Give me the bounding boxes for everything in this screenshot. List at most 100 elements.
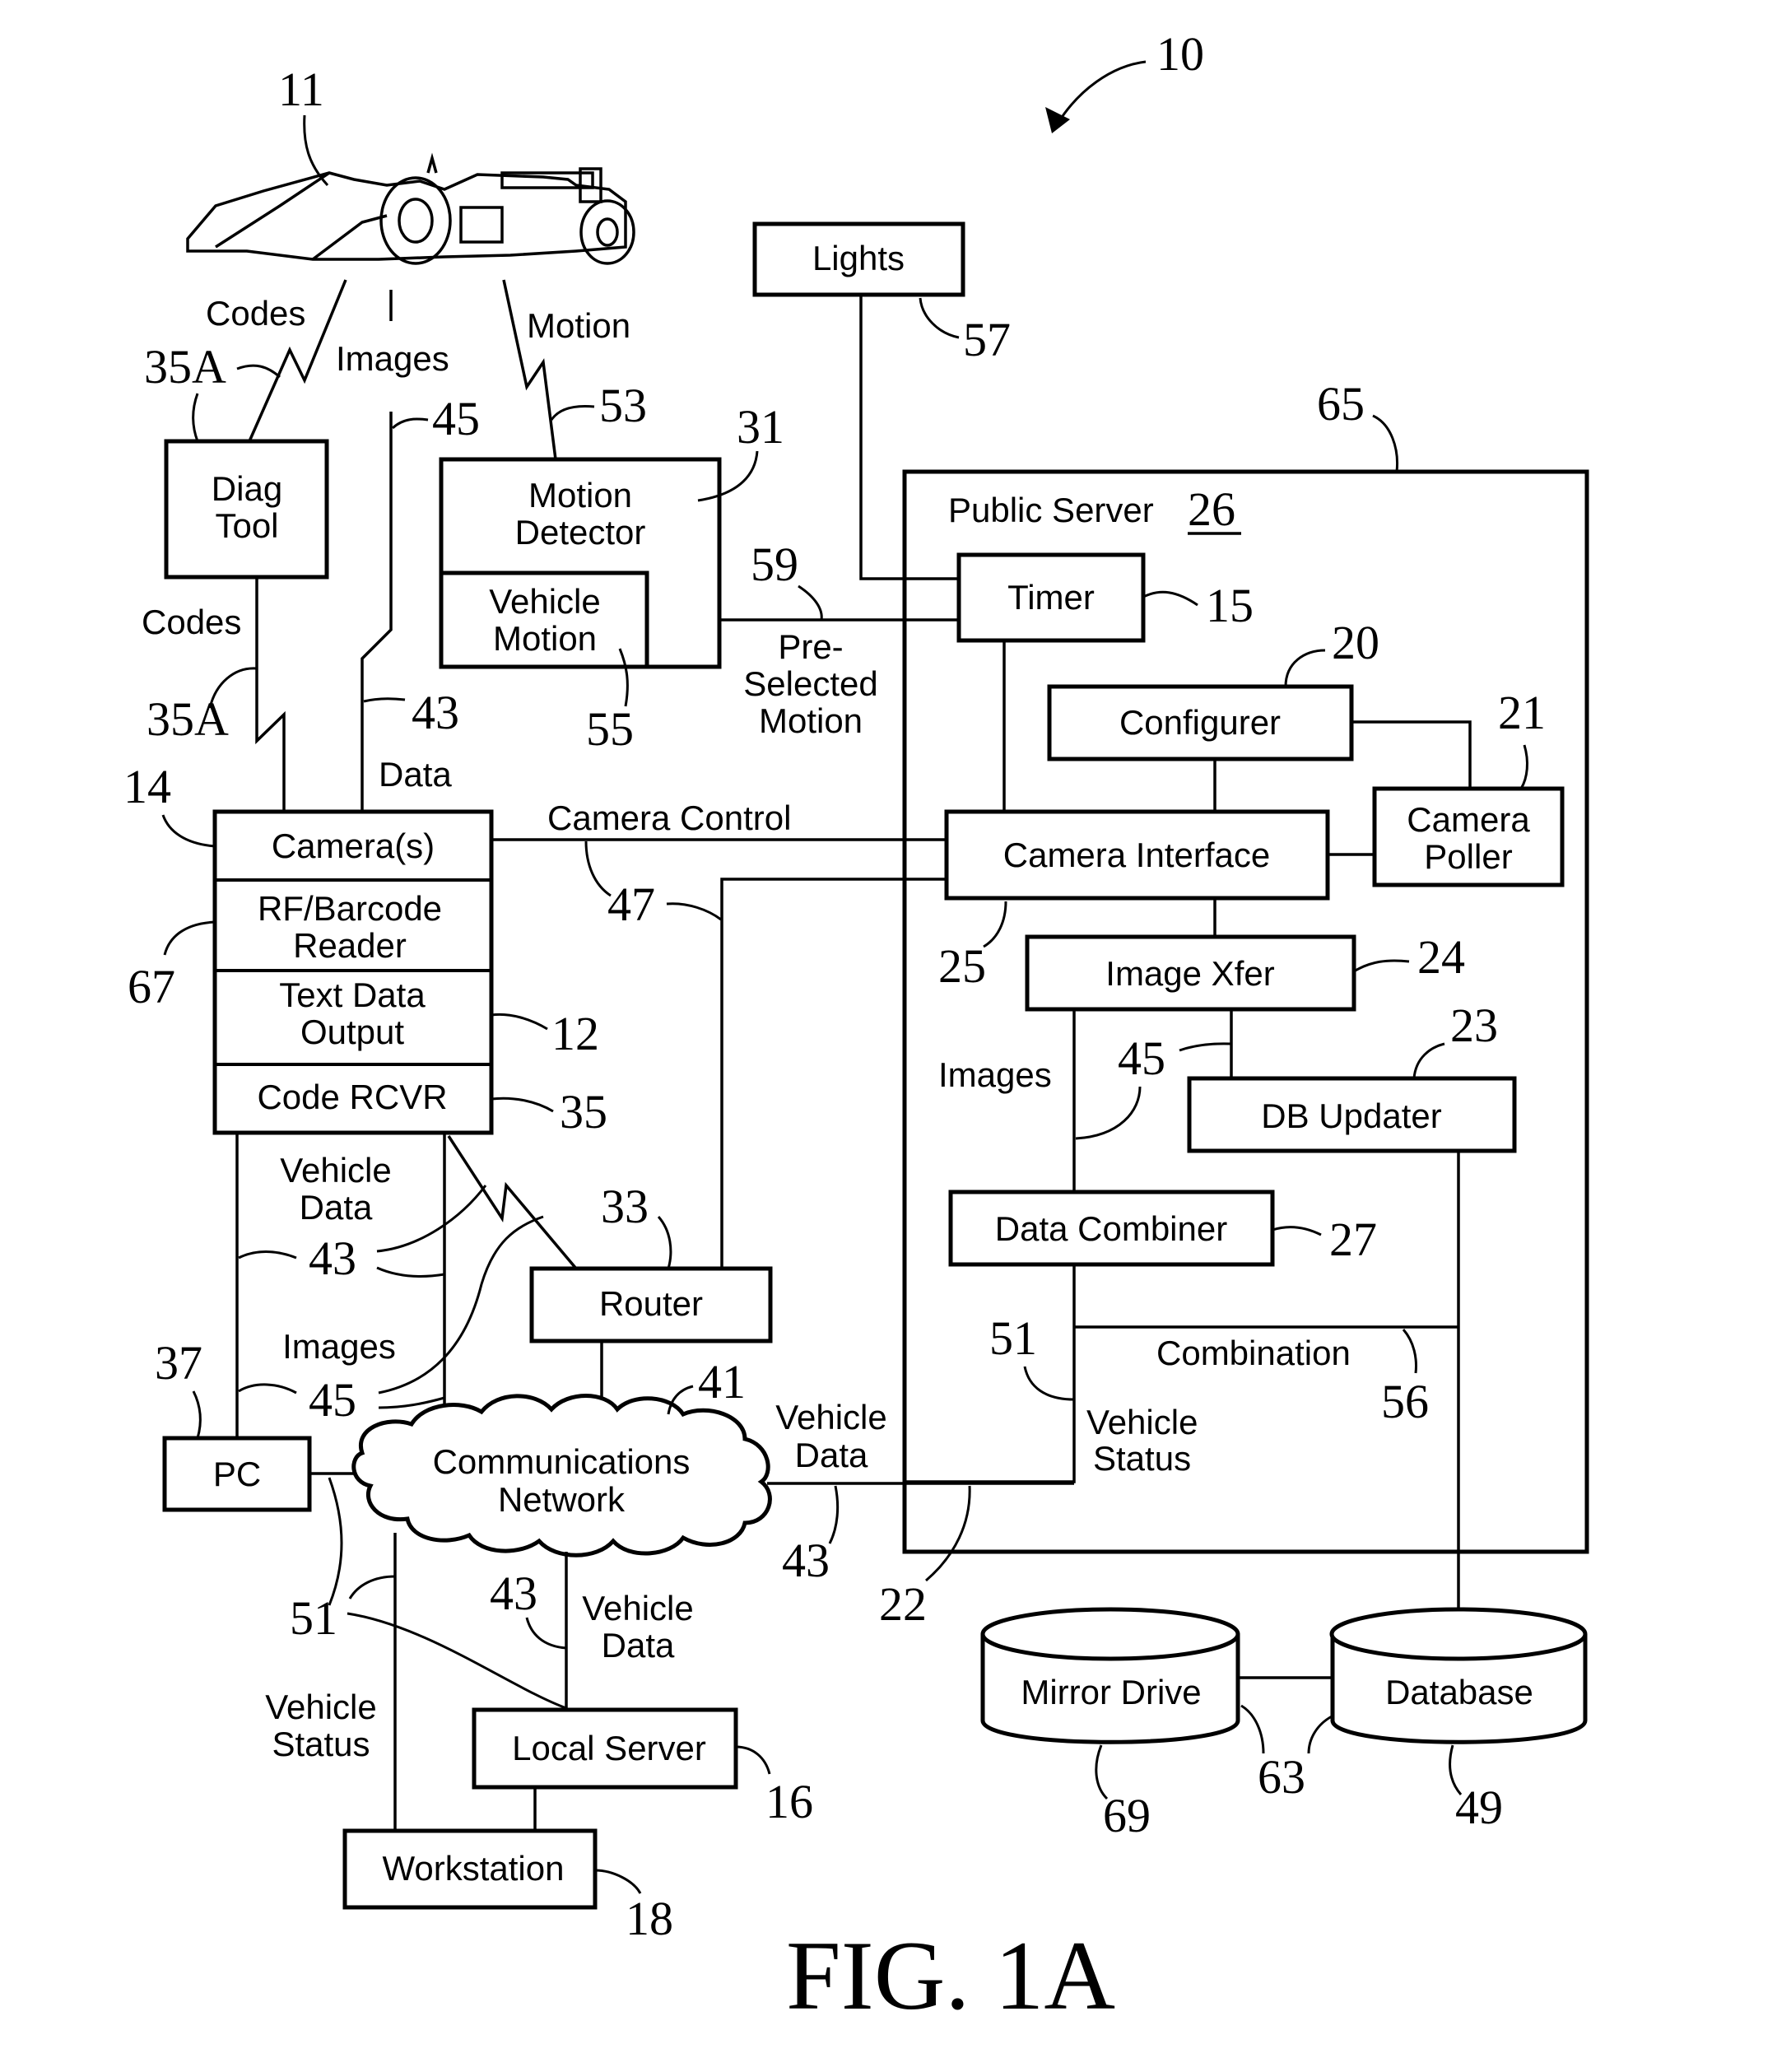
rf-reader-label-2: Reader xyxy=(293,926,407,965)
local-server-label: Local Server xyxy=(512,1729,706,1767)
image-xfer-block[interactable]: Image Xfer 24 xyxy=(1025,930,1465,1012)
motion-top-label: Motion xyxy=(527,306,630,345)
router-ref: 33 xyxy=(601,1180,649,1233)
image-xfer-ref: 24 xyxy=(1417,930,1465,984)
data-combiner-label: Data Combiner xyxy=(995,1209,1227,1248)
workstation-label: Workstation xyxy=(383,1849,565,1888)
public-server-outer-ref: 65 xyxy=(1317,377,1365,431)
camera-interface-ref: 25 xyxy=(938,939,986,993)
vehicle-status-server-label-2: Status xyxy=(1093,1439,1191,1478)
vehicle-status-left-label-1: Vehicle xyxy=(265,1688,376,1726)
network-label-2: Network xyxy=(498,1480,626,1519)
combination-label: Combination xyxy=(1156,1334,1351,1372)
local-server-ref: 16 xyxy=(765,1775,813,1828)
images-left-label: Images xyxy=(282,1327,396,1366)
router-label: Router xyxy=(599,1284,703,1323)
text-output-label-1: Text Data xyxy=(279,975,426,1014)
camera-poller-block[interactable]: Camera Poller 21 xyxy=(1372,686,1565,887)
vehicle-motion-block[interactable]: Vehicle Motion 55 xyxy=(439,570,649,756)
combination-line xyxy=(905,1264,1076,1483)
database-ref: 49 xyxy=(1455,1781,1503,1834)
camera-stack-block[interactable]: Camera(s) RF/Barcode Reader Text Data Ou… xyxy=(123,760,607,1138)
motion-detector-label-1: Motion xyxy=(528,476,632,515)
data-mid-label: Data xyxy=(379,755,452,794)
lights-block[interactable]: Lights 57 xyxy=(752,221,1011,366)
mirror-drive-ref: 69 xyxy=(1103,1789,1151,1842)
data-combiner-block[interactable]: Data Combiner 27 xyxy=(948,1190,1377,1267)
vehicle-data-left-ref: 43 xyxy=(309,1232,356,1285)
mirror-link: 63 xyxy=(1238,1676,1333,1804)
codes-mid-ref: 35A xyxy=(147,692,229,746)
camera-poller-label-2: Poller xyxy=(1424,837,1512,876)
images-server-ref: 45 xyxy=(1118,1031,1165,1085)
motion-link-top: Motion 53 xyxy=(502,279,647,460)
network-ref: 41 xyxy=(698,1355,746,1408)
vehicle-data-local-label-1: Vehicle xyxy=(582,1589,693,1627)
mirror-drive-cylinder[interactable]: Mirror Drive 69 xyxy=(980,1607,1240,1842)
rf-reader-label-1: RF/Barcode xyxy=(258,889,442,928)
vehicle-status-server-ref: 51 xyxy=(989,1311,1037,1365)
local-server-block[interactable]: Local Server 16 xyxy=(472,1707,813,1828)
wireless-to-router-line xyxy=(447,1135,578,1270)
diag-tool-label-2: Tool xyxy=(215,506,278,545)
preselected-ref: 59 xyxy=(751,538,798,591)
mirror-drive-label: Mirror Drive xyxy=(1021,1673,1201,1711)
server-link-ref: 22 xyxy=(879,1577,927,1631)
codes-top-ref: 35A xyxy=(144,340,226,393)
motion-detector-ref: 31 xyxy=(737,400,784,454)
system-ref-arrow: 10 xyxy=(1045,27,1204,133)
vehicle-data-local-ref: 43 xyxy=(490,1567,537,1620)
camera-stack-ref: 14 xyxy=(123,760,171,813)
motion-detector-label-2: Detector xyxy=(515,513,646,552)
diag-tool-block[interactable]: Diag Tool xyxy=(164,439,329,580)
vehicle-motion-label-1: Vehicle xyxy=(489,582,600,621)
camera-poller-ref: 21 xyxy=(1498,686,1546,739)
workstation-ref: 18 xyxy=(626,1892,673,1945)
db-updater-block[interactable]: DB Updater 23 xyxy=(1187,999,1517,1153)
combination-ref: 56 xyxy=(1381,1375,1429,1428)
system-diagram: 10 11 Codes 35A Images 45 Motion 53 Diag… xyxy=(123,27,1589,2030)
timer-block[interactable]: Timer 15 xyxy=(956,552,1254,643)
database-cylinder[interactable]: Database 49 xyxy=(1329,1607,1588,1834)
timer-label: Timer xyxy=(1007,578,1095,617)
vehicle-data-left-label-2: Data xyxy=(300,1188,373,1227)
cameras-label: Camera(s) xyxy=(272,826,435,865)
timer-ref: 15 xyxy=(1206,579,1254,632)
code-rcvr-ref: 35 xyxy=(560,1085,607,1138)
rf-reader-ref: 67 xyxy=(128,960,175,1013)
network-label-1: Communications xyxy=(433,1442,691,1481)
public-server-ref: 26 xyxy=(1188,482,1235,536)
lights-ref: 57 xyxy=(963,313,1011,366)
codes-link-top: Codes 35A xyxy=(144,279,347,442)
image-xfer-label: Image Xfer xyxy=(1105,954,1274,993)
images-server-label: Images xyxy=(938,1055,1052,1094)
preselected-label-3: Motion xyxy=(759,701,863,740)
workstation-block[interactable]: Workstation 18 xyxy=(342,1828,673,1945)
vehicle-data-net-label-1: Vehicle xyxy=(775,1398,886,1436)
configurer-label: Configurer xyxy=(1119,703,1281,742)
camera-poller-label-1: Camera xyxy=(1407,800,1530,839)
codes-top-label: Codes xyxy=(206,294,305,333)
vehicle-data-net-ref: 43 xyxy=(782,1534,830,1587)
vehicle-motion-label-2: Motion xyxy=(493,619,597,658)
database-label: Database xyxy=(1385,1673,1533,1711)
pc-label: PC xyxy=(213,1455,261,1493)
figure-title: FIG. 1A xyxy=(786,1921,1115,2030)
vehicle-data-net-label-2: Data xyxy=(795,1436,868,1474)
camera-control-label: Camera Control xyxy=(547,799,791,837)
diag-tool-label-1: Diag xyxy=(212,469,282,508)
vehicle-data-local-label-2: Data xyxy=(602,1626,675,1665)
db-updater-ref: 23 xyxy=(1450,999,1498,1052)
data-mid-ref: 43 xyxy=(412,686,459,739)
codes-mid-label-text: Codes xyxy=(142,603,241,641)
vehicle-data-left-link: Vehicle Data 43 xyxy=(238,1151,487,1285)
preselected-motion-link: 59 Pre- Selected Motion xyxy=(719,538,959,740)
lights-label: Lights xyxy=(812,239,905,277)
vehicle-data-left-label-1: Vehicle xyxy=(280,1151,391,1190)
data-combiner-ref: 27 xyxy=(1329,1213,1377,1266)
communications-network-cloud[interactable]: Communications Network 41 xyxy=(351,1355,772,1557)
images-top-label: Images xyxy=(336,339,449,378)
public-server-label: Public Server xyxy=(948,491,1154,529)
pc-ref: 37 xyxy=(155,1336,202,1390)
camera-control-link: Camera Control 47 xyxy=(491,799,947,931)
